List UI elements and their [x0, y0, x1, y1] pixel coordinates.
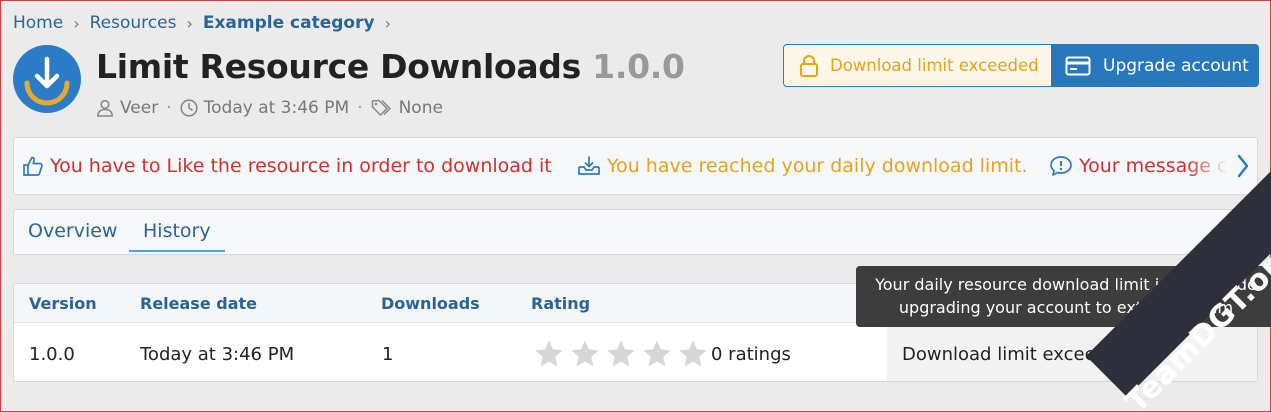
chevron-right-icon: › [73, 13, 80, 33]
thumbs-up-icon [23, 156, 43, 176]
notice-like-required: You have to Like the resource in order t… [22, 138, 552, 194]
tab-history[interactable]: History [129, 220, 225, 252]
resource-icon [13, 45, 81, 113]
credit-card-icon [1065, 56, 1091, 75]
cell-downloads: 1 [382, 344, 394, 365]
star-icon [571, 340, 599, 367]
release-date[interactable]: Today at 3:46 PM [204, 98, 350, 118]
star-icon [679, 340, 707, 367]
download-icon [24, 56, 70, 106]
upgrade-account-button[interactable]: Upgrade account [1051, 44, 1259, 87]
cell-release-date: Today at 3:46 PM [140, 344, 295, 365]
tags-value: None [398, 98, 443, 118]
download-limit-button[interactable]: Download limit exceeded [783, 44, 1053, 87]
resource-meta: Veer · Today at 3:46 PM · None [96, 98, 443, 118]
notice-limit-text: You have reached your daily download lim… [607, 155, 1028, 177]
resource-title: Limit Resource Downloads [96, 47, 581, 86]
breadcrumb: Home › Resources › Example category › [13, 13, 391, 33]
breadcrumb-resources[interactable]: Resources [90, 13, 177, 33]
upgrade-account-label: Upgrade account [1103, 55, 1249, 76]
separator-dot: · [357, 98, 363, 118]
resource-version: 1.0.0 [592, 47, 685, 86]
chevron-right-icon: › [384, 13, 391, 33]
column-version: Version [29, 294, 97, 313]
star-icon [607, 340, 635, 367]
star-icon [535, 340, 563, 367]
tabs-bar: Overview History [13, 209, 1258, 255]
cell-rating-count: 0 ratings [711, 344, 791, 365]
author-name[interactable]: Veer [120, 98, 158, 118]
tags-icon [371, 99, 391, 116]
column-release-date: Release date [140, 294, 257, 313]
breadcrumb-category[interactable]: Example category [203, 13, 375, 33]
comment-alert-icon [1050, 156, 1072, 176]
star-icon [643, 340, 671, 367]
chevron-right-icon[interactable] [1235, 152, 1251, 180]
notices-bar: You have to Like the resource in order t… [13, 137, 1258, 195]
download-limit-label: Download limit exceeded [830, 56, 1039, 75]
separator-dot: · [166, 98, 172, 118]
rating-stars [532, 339, 710, 369]
inbox-download-icon [578, 156, 600, 175]
notice-like-text: You have to Like the resource in order t… [50, 155, 552, 177]
breadcrumb-home[interactable]: Home [13, 13, 63, 33]
notice-daily-limit: You have reached your daily download lim… [577, 138, 1028, 194]
page-title: Limit Resource Downloads 1.0.0 [96, 47, 685, 86]
lock-icon [800, 54, 818, 77]
clock-icon [180, 99, 198, 117]
column-rating: Rating [531, 294, 591, 313]
column-downloads: Downloads [381, 294, 480, 313]
tab-overview[interactable]: Overview [28, 220, 117, 242]
cell-version: 1.0.0 [29, 344, 75, 365]
user-icon [96, 99, 114, 117]
chevron-right-icon: › [186, 13, 193, 33]
